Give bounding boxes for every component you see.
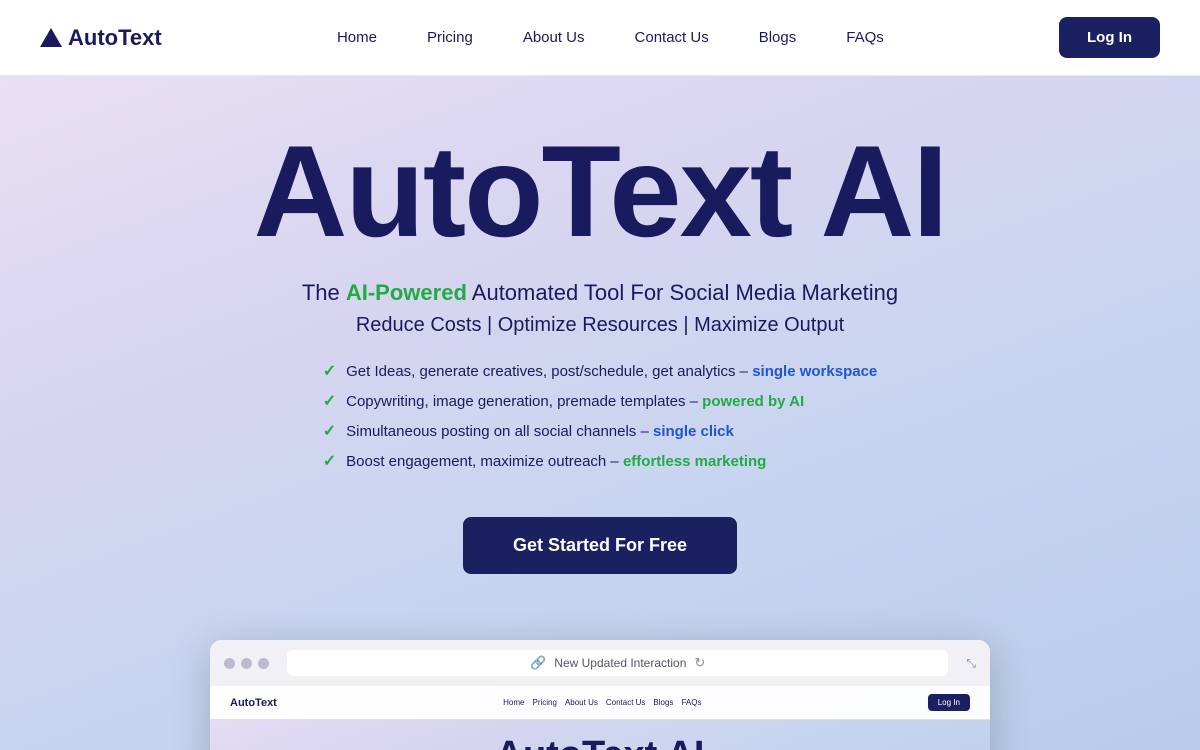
hero-subtitle: The AI-Powered Automated Tool For Social… (40, 280, 1160, 306)
mini-nav-pricing: Pricing (532, 698, 556, 707)
feature-3: ✓ Simultaneous posting on all social cha… (323, 421, 878, 441)
navbar: AutoText Home Pricing About Us Contact U… (0, 0, 1200, 76)
mini-nav-links: Home Pricing About Us Contact Us Blogs F… (503, 698, 701, 707)
dot-green (258, 658, 269, 669)
nav-faqs[interactable]: FAQs (826, 21, 904, 54)
dot-yellow (241, 658, 252, 669)
checkmark-icon-1: ✓ (323, 361, 336, 381)
nav-blogs[interactable]: Blogs (739, 21, 817, 54)
mini-navbar: AutoText Home Pricing About Us Contact U… (210, 686, 990, 720)
link-icon: 🔗 (530, 655, 546, 671)
logo-text: AutoText (68, 25, 162, 51)
cta-button[interactable]: Get Started For Free (463, 517, 737, 574)
checkmark-icon-4: ✓ (323, 451, 336, 471)
nav-contact[interactable]: Contact Us (615, 21, 729, 54)
nav-pricing[interactable]: Pricing (407, 21, 493, 54)
logo-triangle-icon (40, 28, 62, 47)
feature-2-text: Copywriting, image generation, premade t… (346, 393, 804, 410)
feature-2: ✓ Copywriting, image generation, premade… (323, 391, 878, 411)
features-list: ✓ Get Ideas, generate creatives, post/sc… (323, 361, 878, 481)
feature-1-text: Get Ideas, generate creatives, post/sche… (346, 363, 877, 380)
url-bar: 🔗 New Updated Interaction ↻ (287, 650, 948, 676)
browser-content: AutoText Home Pricing About Us Contact U… (210, 686, 990, 750)
login-button[interactable]: Log In (1059, 17, 1160, 58)
subtitle-suffix: Automated Tool For Social Media Marketin… (467, 280, 898, 305)
subtitle-prefix: The (302, 280, 346, 305)
mini-login-button[interactable]: Log In (928, 694, 970, 711)
checkmark-icon-3: ✓ (323, 421, 336, 441)
mini-logo: AutoText (230, 697, 277, 709)
feature-3-text: Simultaneous posting on all social chann… (346, 423, 734, 440)
hero-title: AutoText AI (40, 126, 1160, 256)
hero-section: AutoText AI The AI-Powered Automated Too… (0, 76, 1200, 750)
browser-mockup: 🔗 New Updated Interaction ↻ ⤡ AutoText H… (210, 640, 990, 750)
expand-icon: ⤡ (966, 656, 976, 671)
browser-toolbar: 🔗 New Updated Interaction ↻ ⤡ (210, 640, 990, 686)
nav-home[interactable]: Home (317, 21, 397, 54)
feature-4-text: Boost engagement, maximize outreach – ef… (346, 453, 766, 470)
mini-nav-blogs: Blogs (653, 698, 673, 707)
nav-about[interactable]: About Us (503, 21, 605, 54)
refresh-icon: ↻ (694, 655, 705, 671)
subtitle-highlight: AI-Powered (346, 280, 467, 305)
mini-hero-content: AutoText AI The AI-Powered Automated Too… (210, 720, 990, 750)
logo[interactable]: AutoText (40, 25, 162, 51)
nav-links: Home Pricing About Us Contact Us Blogs F… (317, 21, 904, 54)
mini-nav-contact: Contact Us (606, 698, 646, 707)
browser-dots (224, 658, 269, 669)
feature-1: ✓ Get Ideas, generate creatives, post/sc… (323, 361, 878, 381)
reduce-line: Reduce Costs | Optimize Resources | Maxi… (40, 314, 1160, 337)
mini-title: AutoText AI (230, 736, 970, 750)
mini-nav-home: Home (503, 698, 524, 707)
mini-nav-about: About Us (565, 698, 598, 707)
checkmark-icon-2: ✓ (323, 391, 336, 411)
url-text: New Updated Interaction (554, 656, 686, 670)
mini-nav-faqs: FAQs (681, 698, 701, 707)
feature-4: ✓ Boost engagement, maximize outreach – … (323, 451, 878, 471)
dot-red (224, 658, 235, 669)
